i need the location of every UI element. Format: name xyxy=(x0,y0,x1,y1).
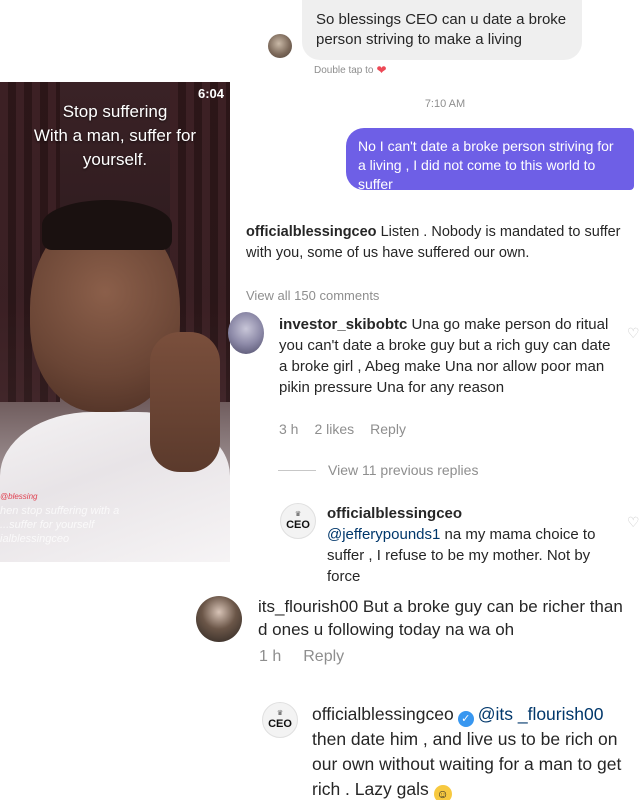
view-replies-label: View 11 previous replies xyxy=(328,462,479,478)
comment-mention[interactable]: @its _flourish00 xyxy=(478,704,604,724)
video-caption-line: Stop suffering xyxy=(62,102,168,121)
comment-time: 1 h xyxy=(259,648,282,665)
comment: investor_skibobtc Una go make person do … xyxy=(279,314,619,398)
incoming-message-bubble[interactable]: So blessings CEO can u date a broke pers… xyxy=(302,0,582,60)
watermark-line: ...suffer for yourself xyxy=(0,519,95,531)
video-caption-line: yourself. xyxy=(82,150,148,169)
video-time: 6:04 xyxy=(197,86,224,101)
watermark-line: ialblessingceo xyxy=(0,533,70,545)
hair-shape xyxy=(42,200,172,250)
avatar[interactable]: ♛ CEO xyxy=(262,702,298,738)
avatar[interactable] xyxy=(228,312,264,354)
post-caption: officialblessingceo Listen . Nobody is m… xyxy=(246,222,631,264)
avatar[interactable]: ♛ CEO xyxy=(280,503,316,539)
hand-shape xyxy=(150,332,220,472)
avatar-label: CEO xyxy=(268,718,292,730)
crown-icon: ♛ xyxy=(276,710,284,717)
avatar-label: CEO xyxy=(286,519,310,531)
comment: officialblessingceo @jefferypounds1 na m… xyxy=(327,503,617,587)
reply-button[interactable]: Reply xyxy=(303,648,344,666)
grinning-sweat-emoji: ☺ xyxy=(433,785,452,800)
heart-icon: ❤ xyxy=(376,63,387,77)
avatar[interactable] xyxy=(196,596,242,642)
comment-username[interactable]: investor_skibobtc xyxy=(279,316,407,333)
comment-username[interactable]: its_flourish00 xyxy=(258,597,358,616)
double-tap-label: Double tap to xyxy=(314,64,374,76)
comment-meta: 1 h Reply xyxy=(259,648,344,666)
video-caption: Stop suffering With a man, suffer for yo… xyxy=(0,100,230,172)
video-watermark: @blessing hen stop suffering with a ...s… xyxy=(0,490,119,546)
comment-time: 3 h xyxy=(279,421,299,437)
caption-username[interactable]: officialblessingceo xyxy=(246,224,377,240)
video-thumbnail[interactable]: 6:04 Stop suffering With a man, suffer f… xyxy=(0,82,230,562)
comment-username[interactable]: officialblessingceo xyxy=(327,503,617,524)
video-caption-line: With a man, suffer for xyxy=(33,126,197,145)
dm-sender-avatar[interactable] xyxy=(268,34,292,58)
divider xyxy=(278,469,316,471)
watermark-line: hen stop suffering with a xyxy=(0,505,120,517)
double-tap-hint: Double tap to ❤ xyxy=(314,63,387,77)
crown-icon: ♛ xyxy=(294,511,302,518)
watermark-tag: @blessing xyxy=(0,492,38,501)
comment-mention[interactable]: @jefferypounds1 xyxy=(327,526,440,543)
comment: its_flourish00 But a broke guy can be ri… xyxy=(258,595,633,641)
incoming-message-text: So blessings CEO can u date a broke pers… xyxy=(316,11,567,48)
comment-meta: 3 h 2 likes Reply xyxy=(279,421,406,437)
comment-text: then date him , and live us to be rich o… xyxy=(312,729,622,799)
outgoing-message-text: No I can't date a broke person striving … xyxy=(358,138,614,192)
comment-username[interactable]: officialblessingceo xyxy=(312,704,454,724)
heart-outline-icon[interactable]: ♡ xyxy=(627,325,640,342)
view-all-comments-link[interactable]: View all 150 comments xyxy=(246,288,379,301)
comment: officialblessingceo ✓ @its _flourish00 the… xyxy=(312,702,637,800)
verified-badge-icon: ✓ xyxy=(457,711,474,727)
heart-outline-icon[interactable]: ♡ xyxy=(627,514,640,531)
outgoing-message-bubble[interactable]: No I can't date a broke person striving … xyxy=(346,128,634,192)
reply-button[interactable]: Reply xyxy=(370,421,406,437)
view-replies-link[interactable]: View 11 previous replies xyxy=(278,462,478,478)
comment-likes[interactable]: 2 likes xyxy=(314,421,354,437)
